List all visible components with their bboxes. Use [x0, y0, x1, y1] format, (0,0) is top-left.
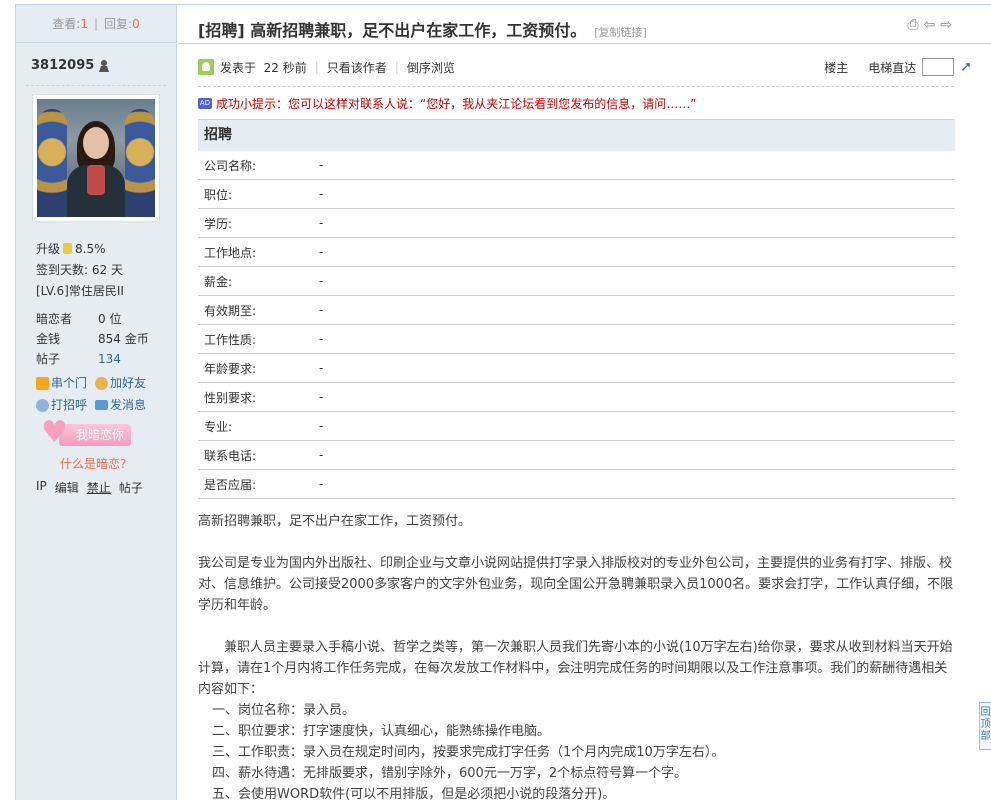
- tip-text: 成功小提示：您可以这样对联系人说：“您好，我从夹江论坛看到您发布的信息，请问………: [216, 97, 697, 111]
- add-friend-button[interactable]: 加好友: [95, 372, 146, 394]
- edit-link[interactable]: 编辑: [55, 479, 79, 496]
- table-row: 工作性质: -: [198, 325, 955, 354]
- table-row: 是否应届: -: [198, 470, 955, 499]
- post-time: 22 秒前: [263, 60, 307, 75]
- floor-label: 楼主: [824, 60, 849, 75]
- table-row: 学历: -: [198, 209, 955, 238]
- table-row: 有效期至: -: [198, 296, 955, 325]
- stat-row: 金钱 854 金币: [36, 332, 149, 346]
- lock-icon: [63, 243, 73, 254]
- jump-arrow-icon[interactable]: ➚: [960, 59, 972, 75]
- view-reply-counter: 查看: 1 | 回复: 0: [16, 5, 176, 43]
- author-name-row: 3812095: [31, 58, 110, 73]
- post-paragraph: 高新招聘兼职，足不出户在家工作，工资预付。: [198, 514, 472, 529]
- checkin-days: 签到天数: 62 天: [36, 263, 123, 277]
- table-row: 专业: -: [198, 412, 955, 441]
- table-row: 联系电话: -: [198, 441, 955, 470]
- online-user-icon: [198, 59, 214, 75]
- ip-link[interactable]: IP: [36, 479, 47, 496]
- list-item: 二、职位要求：打字速度快，认真细心，能熟练操作电脑。: [212, 724, 551, 739]
- wave-icon: [36, 398, 49, 412]
- list-item: 四、薪水待遇：无排版要求，错别字除外，600元一万字，2个标点符号算一个字。: [212, 766, 688, 781]
- send-message-button[interactable]: 发消息: [95, 394, 146, 416]
- post-meta: 发表于 22 秒前 | 只看该作者 | 倒序浏览 楼主 电梯直达 ➚: [198, 57, 972, 77]
- back-to-top-button[interactable]: 回顶部: [979, 702, 991, 750]
- level-percent: 8.5%: [75, 242, 106, 256]
- copy-link-button[interactable]: [复制链接]: [594, 24, 647, 40]
- level-label: 升级: [36, 242, 61, 256]
- envelope-icon: [95, 400, 109, 410]
- stat-row: 暗恋者 0 位: [36, 312, 122, 326]
- posts-link[interactable]: 帖子: [119, 479, 143, 496]
- table-row: 职位: -: [198, 180, 955, 209]
- table-row: 薪金: -: [198, 267, 955, 296]
- floor-jump-input[interactable]: [922, 58, 955, 76]
- author-name[interactable]: 3812095: [31, 58, 94, 73]
- job-info-table: 招聘 公司名称: - 职位: - 学历: - 工作地点: - 薪金: - 有效期至: - 工…: [198, 119, 955, 499]
- heart-icon: ♥: [41, 415, 68, 450]
- views-count: 1: [80, 16, 88, 31]
- author-level-info: 升级 8.5% 签到天数: 62 天 [LV.6]常住居民II: [36, 239, 124, 302]
- elevator-label: 电梯直达: [868, 60, 917, 75]
- list-item: 五、会使用WORD软件(可以不用排版，但是必须把小说的段落分开)。: [212, 787, 616, 800]
- handshake-icon: [95, 376, 109, 390]
- avatar[interactable]: [32, 94, 160, 222]
- print-icon[interactable]: ⎙: [907, 17, 918, 33]
- home-icon: [36, 376, 49, 390]
- ad-icon: AD: [198, 98, 212, 109]
- prev-thread-icon[interactable]: ⇦: [924, 17, 936, 33]
- post-frame: 查看: 1 | 回复: 0 3812095 升级 8.5% 签到天数: 62 天…: [15, 4, 991, 800]
- crush-button[interactable]: 我暗恋你 ♥: [41, 415, 133, 450]
- views-label: 查看:: [52, 17, 81, 31]
- post-main: [招聘] 高新招聘兼职，足不出户在家工作，工资预付。 [复制链接] ⎙ ⇦ ⇨ …: [178, 5, 991, 800]
- user-rank[interactable]: [LV.6]常住居民II: [36, 281, 124, 302]
- post-paragraph: 我公司是专业为国内外出版社、印刷企业与文章小说网站提供打字录入排版校对的专业外包…: [198, 556, 954, 613]
- reverse-order-link[interactable]: 倒序浏览: [407, 59, 455, 76]
- list-item: 三、工作职责：录入员在规定时间内，按要求完成打字任务（1个月内完成10万字左右）…: [212, 745, 725, 760]
- job-table-heading: 招聘: [198, 119, 955, 151]
- user-status-icon: [99, 59, 110, 72]
- replies-label: 回复:: [104, 17, 133, 31]
- visit-button[interactable]: 串个门: [36, 372, 87, 394]
- author-stats: 暗恋者 0 位 金钱 854 金币 帖子 134: [36, 309, 166, 369]
- next-thread-icon[interactable]: ⇨: [940, 17, 952, 33]
- post-body: 高新招聘兼职，足不出户在家工作，工资预付。 我公司是专业为国内外出版社、印刷企业…: [198, 511, 958, 800]
- stat-row: 帖子 134: [36, 349, 166, 369]
- greet-button[interactable]: 打招呼: [36, 394, 87, 416]
- table-row: 性别要求: -: [198, 383, 955, 412]
- what-is-crush-link[interactable]: 什么是暗恋?: [60, 455, 126, 472]
- table-row: 工作地点: -: [198, 238, 955, 267]
- author-actions: 串个门 加好友 打招呼 发消息: [36, 372, 166, 416]
- list-item: 一、岗位名称：录入员。: [212, 703, 356, 718]
- table-row: 公司名称: -: [198, 151, 955, 180]
- thread-title: [招聘] 高新招聘兼职，足不出户在家工作，工资预付。: [198, 21, 587, 40]
- ban-link[interactable]: 禁止: [87, 479, 111, 496]
- post-count-link[interactable]: 134: [98, 349, 121, 369]
- table-row: 年龄要求: -: [198, 354, 955, 383]
- post-paragraph: 兼职人员主要录入手稿小说、哲学之类等，第一次兼职人员我们先寄小本的小说(10万字…: [198, 640, 953, 697]
- replies-count: 0: [132, 16, 140, 31]
- thread-tools: ⎙ ⇦ ⇨: [907, 17, 952, 33]
- admin-tools: IP 编辑 禁止 帖子: [36, 479, 143, 496]
- author-sidebar: 查看: 1 | 回复: 0 3812095 升级 8.5% 签到天数: 62 天…: [16, 5, 177, 800]
- thread-title-row: [招聘] 高新招聘兼职，足不出户在家工作，工资预付。 [复制链接]: [198, 17, 647, 41]
- success-tip: AD 成功小提示：您可以这样对联系人说：“您好，我从夹江论坛看到您发布的信息，请…: [198, 95, 696, 112]
- only-author-link[interactable]: 只看该作者: [327, 59, 387, 76]
